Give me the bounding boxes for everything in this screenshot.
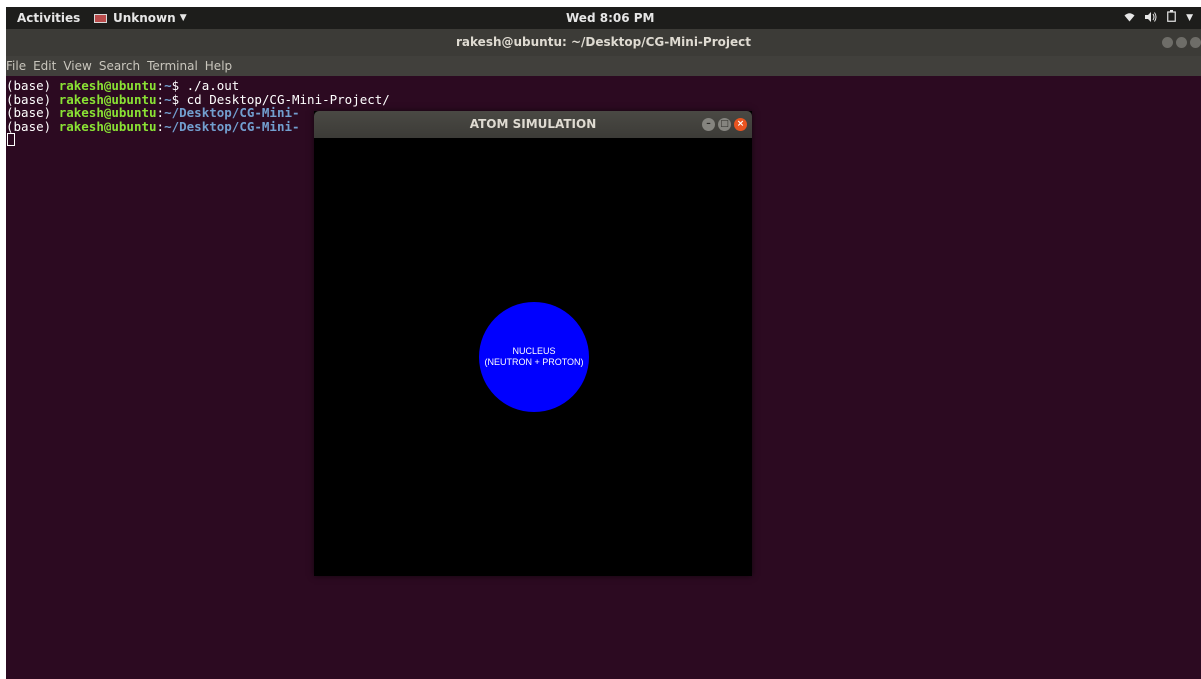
menu-terminal[interactable]: Terminal	[147, 59, 198, 73]
simulation-canvas[interactable]: NUCLEUS (NEUTRON + PROTON)	[314, 138, 752, 576]
close-icon[interactable]	[1190, 37, 1201, 48]
minimize-icon[interactable]	[1162, 37, 1173, 48]
menu-edit[interactable]: Edit	[33, 59, 56, 73]
wifi-icon	[1124, 11, 1135, 25]
nucleus-sublabel: (NEUTRON + PROTON)	[484, 357, 584, 367]
text-cursor	[7, 133, 15, 146]
menu-search[interactable]: Search	[99, 59, 140, 73]
desktop-screen: Activities Unknown ▼ Wed 8:06 PM ▼ rakes…	[6, 7, 1201, 679]
activities-button[interactable]: Activities	[17, 11, 80, 25]
app-menu[interactable]: Unknown ▼	[94, 11, 187, 25]
nucleus-label: NUCLEUS	[512, 346, 556, 356]
terminal-menubar: File Edit View Search Terminal Help	[6, 56, 1201, 76]
close-icon[interactable]: ×	[734, 118, 747, 131]
menu-file[interactable]: File	[6, 59, 26, 73]
menu-help[interactable]: Help	[205, 59, 232, 73]
top-panel: Activities Unknown ▼ Wed 8:06 PM ▼	[6, 7, 1201, 29]
system-menu-chevron-icon: ▼	[1186, 12, 1193, 23]
clock[interactable]: Wed 8:06 PM	[566, 11, 654, 25]
terminal-titlebar[interactable]: rakesh@ubuntu: ~/Desktop/CG-Mini-Project	[6, 29, 1201, 56]
terminal-line: (base) rakesh@ubuntu:~$ cd Desktop/CG-Mi…	[6, 91, 390, 107]
atom-window-controls: – □ ×	[702, 118, 747, 131]
chevron-down-icon: ▼	[179, 13, 187, 23]
volume-icon	[1145, 11, 1157, 25]
atom-window-title: ATOM SIMULATION	[469, 117, 597, 131]
terminal-window-controls	[1162, 37, 1201, 48]
app-menu-label: Unknown	[113, 11, 176, 25]
atom-simulation-window[interactable]: ATOM SIMULATION – □ × NUCLEUS (NEUTRON +…	[314, 111, 752, 576]
maximize-icon[interactable]	[1176, 37, 1187, 48]
battery-icon	[1167, 10, 1176, 25]
app-window-icon	[94, 13, 107, 23]
menu-view[interactable]: View	[63, 59, 91, 73]
terminal-line: (base) rakesh@ubuntu:~$ ./a.out	[6, 78, 240, 93]
minimize-icon[interactable]: –	[702, 118, 715, 131]
maximize-icon[interactable]: □	[718, 118, 731, 131]
terminal-title: rakesh@ubuntu: ~/Desktop/CG-Mini-Project	[456, 35, 751, 49]
atom-window-titlebar[interactable]: ATOM SIMULATION – □ ×	[314, 111, 752, 138]
system-tray[interactable]: ▼	[1124, 10, 1193, 25]
nucleus-circle: NUCLEUS (NEUTRON + PROTON)	[479, 302, 589, 412]
